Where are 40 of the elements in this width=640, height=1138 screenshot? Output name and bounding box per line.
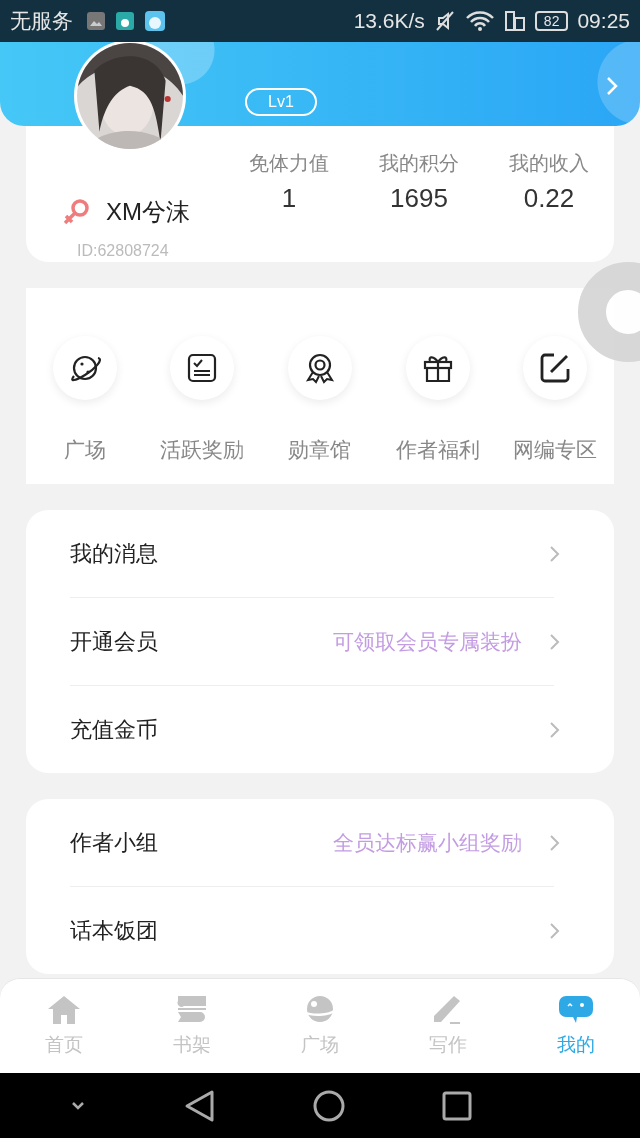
stat-label: 免体力值: [249, 151, 329, 176]
shortcut-button[interactable]: 活跃奖励: [143, 288, 262, 484]
network-speed-text: 13.6K/s: [353, 9, 425, 33]
stat-label: 我的积分: [379, 151, 459, 176]
tab[interactable]: 书架: [128, 979, 256, 1073]
clock-text: 09:25: [577, 9, 630, 33]
sim-icon: [503, 10, 526, 32]
home-icon: [46, 994, 82, 1026]
user-name: XM兮沫: [106, 197, 190, 227]
image-icon: [86, 11, 106, 31]
user-id: ID:62808724: [77, 242, 170, 260]
menu-item[interactable]: 充值金币: [26, 686, 614, 773]
menu-item[interactable]: 我的消息: [26, 510, 614, 597]
menu-item[interactable]: 开通会员 可领取会员专属装扮: [26, 598, 614, 685]
chevron-right-icon: [548, 631, 562, 652]
chevron-right-icon: [548, 543, 562, 564]
stat-value: 1695: [390, 183, 448, 214]
stat-value: 1: [281, 183, 297, 214]
shortcut-button[interactable]: 作者福利: [378, 288, 497, 484]
tab[interactable]: 广场: [256, 979, 384, 1073]
female-icon: [62, 197, 92, 227]
wifi-icon: [464, 10, 495, 32]
home-icon[interactable]: [311, 1088, 346, 1123]
battery-level: 82: [534, 11, 569, 31]
recent-apps-icon[interactable]: [440, 1089, 473, 1122]
stat-label: 我的收入: [509, 151, 589, 176]
tab[interactable]: 我的: [512, 979, 640, 1073]
carrier-text: 无服务: [10, 8, 73, 34]
mute-icon: [433, 10, 456, 32]
shortcut-button[interactable]: 勋章馆: [261, 288, 379, 484]
app-icon: [144, 10, 166, 32]
stat-value: 0.22: [523, 183, 575, 214]
menu-item[interactable]: 话本饭团: [26, 887, 614, 974]
shortcut-button[interactable]: 广场: [26, 288, 144, 484]
chevron-right-icon: [548, 920, 562, 941]
chevron-right-icon: [548, 719, 562, 740]
menu-item[interactable]: 作者小组 全员达标赢小组奖励: [26, 799, 614, 886]
chevron-right-icon: [548, 832, 562, 853]
tab[interactable]: 写作: [384, 979, 512, 1073]
app-icon: [115, 11, 135, 31]
